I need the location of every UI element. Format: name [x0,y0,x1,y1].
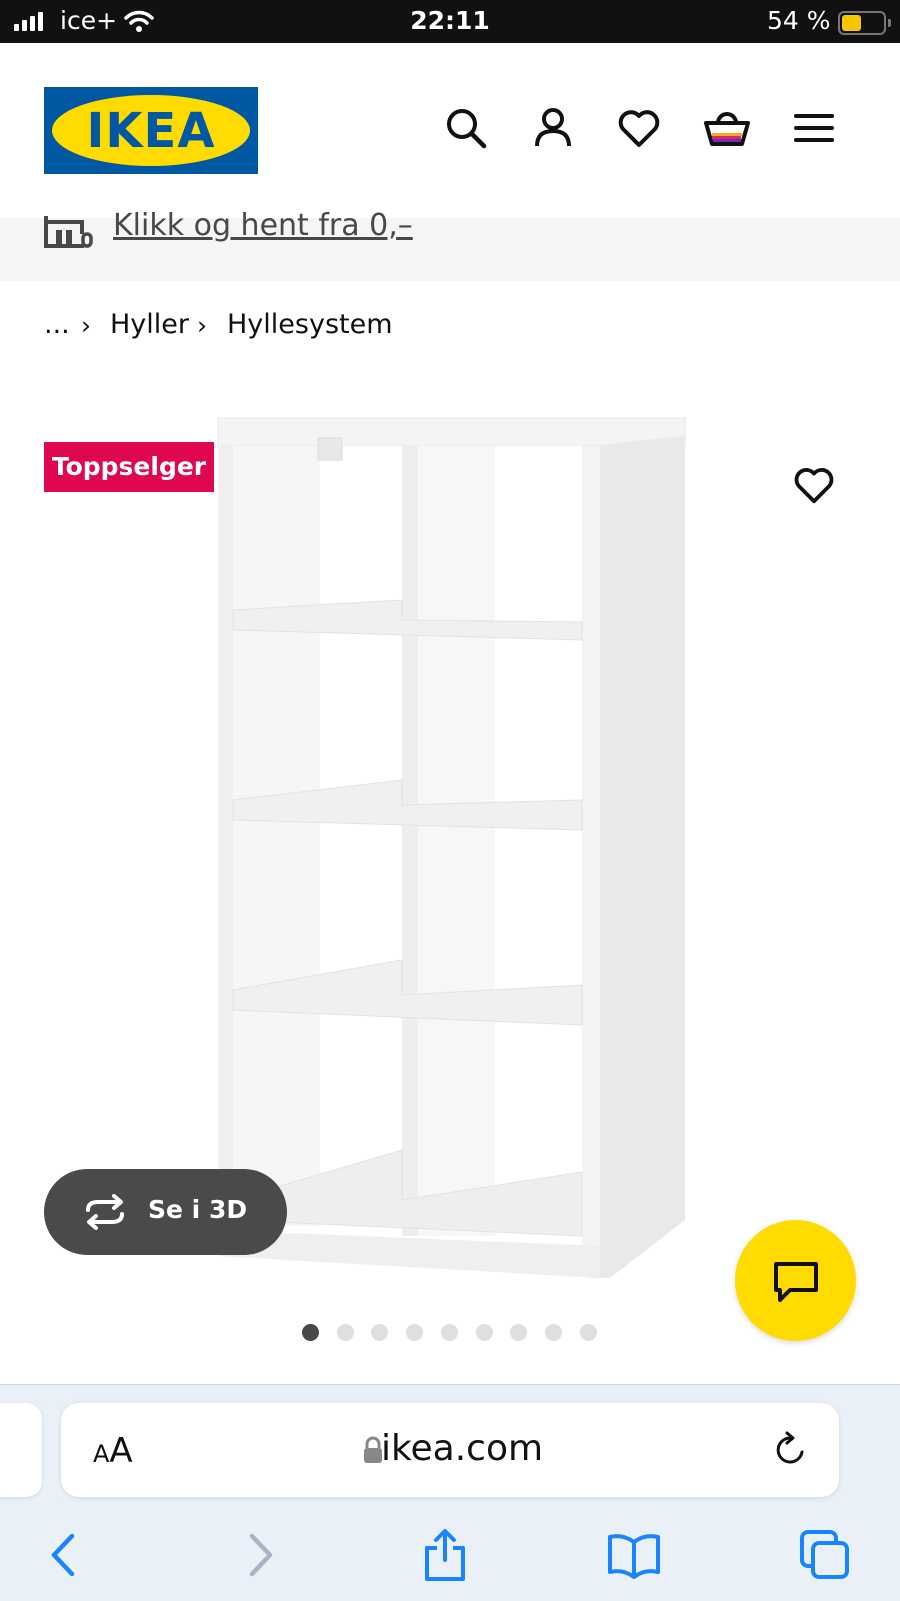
carousel-dot[interactable] [336,1324,354,1341]
forward-icon[interactable] [232,1528,286,1582]
battery-icon [838,11,891,35]
carousel-dot[interactable] [440,1324,458,1341]
chat-bubble-icon [774,1262,818,1302]
chevron-right-icon: › [197,311,207,340]
shopping-basket-icon[interactable] [703,104,751,152]
share-icon[interactable] [418,1528,472,1582]
click-and-collect-link[interactable]: Klikk og hent fra 0,– [113,208,413,243]
back-icon[interactable] [38,1528,92,1582]
previous-tab-peek[interactable] [0,1403,42,1497]
search-icon[interactable] [442,104,490,152]
view-in-3d-button[interactable]: Se i 3D [44,1169,287,1255]
chat-button[interactable] [735,1220,856,1341]
carousel-dot[interactable] [579,1324,597,1341]
breadcrumb-ellipsis[interactable]: ... [44,309,70,340]
battery-percentage: 54 % [767,6,831,35]
url-domain: ikea.com [380,1428,544,1469]
add-to-wishlist-heart-icon[interactable] [791,464,837,506]
address-bar[interactable]: AA ikea.com [61,1403,839,1497]
menu-icon[interactable] [790,104,838,152]
status-bar: ice+ 22:11 54 % [0,0,900,43]
breadcrumb-item-hyller[interactable]: Hyller [110,309,189,340]
view-in-3d-label: Se i 3D [148,1195,248,1224]
tabs-icon[interactable] [798,1528,852,1582]
carousel-dot[interactable] [544,1324,562,1341]
carousel-dot[interactable] [510,1324,528,1341]
carousel-dot[interactable] [302,1324,319,1341]
chevron-right-icon: › [81,311,91,340]
ikea-logo[interactable]: IKEA [44,87,258,174]
top-seller-badge: Toppselger [44,442,214,492]
carousel-dot[interactable] [406,1324,424,1341]
rotate-3d-icon [86,1194,124,1230]
wishlist-heart-icon[interactable] [615,104,663,152]
store-pickup-icon [44,216,93,248]
logo-text: IKEA [86,103,216,159]
product-image[interactable] [210,410,690,1280]
bookmarks-icon[interactable] [607,1528,661,1582]
breadcrumb-item-hyllesystem[interactable]: Hyllesystem [227,309,393,340]
account-icon[interactable] [529,104,577,152]
carousel-dot[interactable] [475,1324,493,1341]
clock: 22:11 [410,6,490,35]
carousel-dot[interactable] [371,1324,389,1341]
reload-icon[interactable] [771,1430,809,1470]
